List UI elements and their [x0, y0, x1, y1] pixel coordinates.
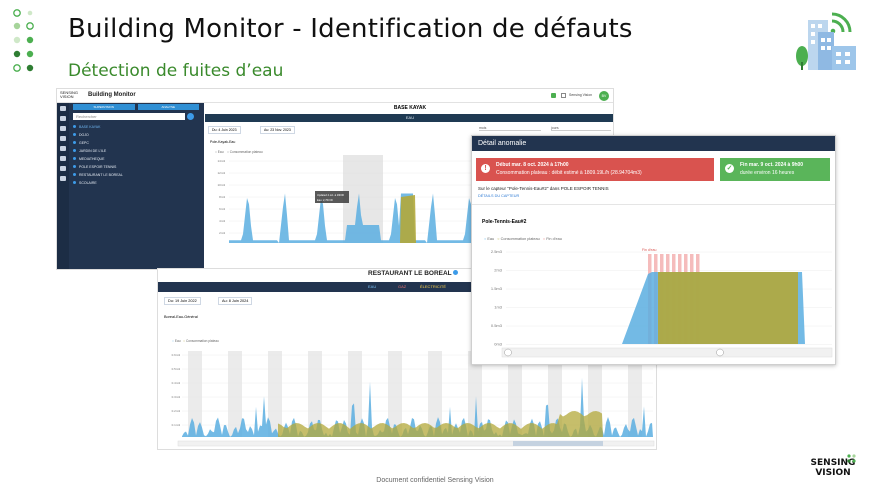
home-nav-icon[interactable]	[60, 106, 66, 111]
y-tick-label: 10m3	[217, 183, 225, 187]
smart-building-icon	[796, 12, 856, 70]
plateau-series-area	[658, 272, 798, 344]
home-icon[interactable]	[551, 93, 556, 98]
y-tick-label: 0.4m3	[172, 381, 181, 385]
tooltip-line: Eau: 2,763 l/h	[317, 198, 334, 202]
icon-rail	[57, 103, 69, 269]
list-nav-icon[interactable]	[60, 146, 66, 151]
tennis-water-chart: 2.5m3 2m3 1.5m3 1m3 0.5m3 0m3 Fin d’eau	[491, 248, 833, 358]
slide-footer: Document confidentiel Sensing Vision	[376, 477, 494, 484]
sensor-description: Sur le capteur "Pole-Tennis-Eau#2" dans …	[478, 186, 609, 191]
range-navigator-handle	[513, 441, 603, 446]
period-select[interactable]: mois	[479, 126, 541, 131]
sidebar-item-gepc[interactable]: GEPC	[73, 141, 89, 145]
app-brand: Building Monitor	[88, 92, 136, 98]
y-tick-label: 4m3	[219, 219, 225, 223]
anomaly-end-text: durée environ 16 heures	[740, 170, 795, 176]
y-tick-label: 0.5m3	[172, 367, 181, 371]
logo-dots-icon	[847, 454, 856, 463]
alert-nav-icon[interactable]	[60, 136, 66, 141]
sidebar-item-mediatheque[interactable]: MEDIATHEQUE	[73, 157, 104, 161]
slide-title: Building Monitor - Identification de déf…	[68, 14, 633, 44]
weekend-band	[228, 351, 242, 437]
sidebar-item-pole-tennis[interactable]: POLE ESPOIR TENNIS	[73, 165, 116, 169]
boreal-chart-title: Boreal-Eau-Général	[164, 315, 198, 319]
boreal-tab-electricite[interactable]: ÉLECTRICITÉ	[420, 284, 446, 289]
anomaly-end-alert: ✓ Fin mar. 9 oct. 2024 à 9h00 durée envi…	[720, 158, 830, 181]
y-tick-label: 0.5m3	[491, 323, 503, 328]
chart-nav-icon[interactable]	[60, 156, 66, 161]
anomaly-end-title: Fin mar. 9 oct. 2024 à 9h00	[740, 162, 804, 168]
user-label[interactable]: Sensing Vision	[569, 93, 592, 97]
y-tick-label: 6m3	[219, 207, 225, 211]
gear-nav-icon[interactable]	[60, 176, 66, 181]
decorative-dots-icon	[13, 9, 34, 72]
slide-subtitle: Détection de fuites d’eau	[68, 61, 284, 81]
y-tick-label: 2m3	[219, 231, 225, 235]
boreal-tab-gaz[interactable]: GAZ	[398, 284, 406, 289]
sidebar-item-restaurant[interactable]: RESTAURANT LE BOREAL	[73, 173, 123, 177]
tennis-chart-title: Pole-Tennis-Eau#2	[482, 219, 527, 225]
users-nav-icon[interactable]	[60, 126, 66, 131]
peak-label: Fin d’eau	[642, 248, 656, 252]
legend-eau: ○ Eau	[215, 150, 224, 154]
tooltip-line: Updated 4 oct. à 16h00	[317, 193, 345, 197]
y-tick-label: 0.6m3	[172, 353, 181, 357]
anomaly-header: Détail anomalie	[472, 136, 835, 151]
sidebar-item-base-kayak[interactable]: BASE KAYAK	[73, 125, 100, 129]
y-tick-label: 0.3m3	[172, 395, 181, 399]
sensor-details-link[interactable]: DÉTAILS DU CAPTEUR	[478, 194, 519, 198]
plateau-series-area	[400, 195, 416, 243]
y-tick-label: 2m3	[494, 268, 503, 273]
anomaly-start-alert: ! Début mar. 8 oct. 2024 à 17h00 Consomm…	[476, 158, 714, 181]
y-tick-label: 2.5m3	[491, 249, 503, 254]
date-from-field[interactable]: Du: 4 Juin 2023	[208, 126, 241, 134]
y-tick-label: 0m3	[494, 342, 503, 347]
y-tick-label: 1m3	[494, 305, 503, 310]
boreal-date-to[interactable]: Au: 8 Juin 2024	[218, 297, 253, 305]
step-select[interactable]: jours	[551, 126, 611, 131]
tab-analyse[interactable]: ANALYSE	[137, 104, 199, 110]
account-icon[interactable]	[561, 93, 566, 98]
y-tick-label: 0.2m3	[172, 409, 181, 413]
site-search-input[interactable]: Rechercher	[73, 113, 185, 120]
boreal-tab-eau[interactable]: EAU	[368, 284, 376, 289]
sidebar-item-dojo[interactable]: DOJO	[73, 133, 89, 137]
y-tick-label: 8m3	[219, 195, 225, 199]
navigator-handle-left	[504, 348, 512, 357]
tennis-legend: ○ Eau ○ Consommation plateau ○ Fin d’eau	[484, 237, 562, 241]
chart-title: Pole-Kayak-Eau	[210, 140, 236, 144]
add-site-button[interactable]	[187, 113, 194, 120]
y-tick-label: 12m3	[217, 171, 225, 175]
boreal-site-title: RESTAURANT LE BOREAL	[368, 270, 459, 277]
shield-nav-icon[interactable]	[60, 166, 66, 171]
site-sidebar: SUPERVISION ANALYSE Rechercher BASE KAYA…	[69, 103, 204, 269]
tab-supervision[interactable]: SUPERVISION	[73, 104, 135, 110]
date-to-field[interactable]: Au: 23 Nov. 2023	[260, 126, 295, 134]
check-icon: ✓	[725, 164, 734, 173]
y-tick-label: 1.5m3	[491, 286, 503, 291]
anomaly-detail-panel: Détail anomalie ! Début mar. 8 oct. 2024…	[471, 135, 836, 365]
anomaly-start-text: Consommation plateau : débit estimé à 18…	[496, 170, 642, 176]
legend-plateau: ○ Consommation plateau	[227, 150, 263, 154]
app-brand-small: SENSING VISION	[60, 90, 79, 99]
y-tick-label: 0.1m3	[172, 423, 181, 427]
tab-eau[interactable]: EAU	[205, 114, 613, 122]
sidebar-item-scolaire[interactable]: SCOLAIRE	[73, 181, 97, 185]
warning-icon: !	[481, 164, 490, 173]
user-avatar[interactable]: BV	[599, 91, 609, 101]
anomaly-start-title: Début mar. 8 oct. 2024 à 17h00	[496, 162, 569, 168]
range-navigator	[501, 347, 833, 358]
boreal-date-from[interactable]: Du: 19 Juin 2022	[164, 297, 201, 305]
sidebar-item-jardin[interactable]: JARDIN DE L’ILE	[73, 149, 106, 153]
site-title: BASE KAYAK	[393, 105, 427, 111]
app-header: SENSING VISION Building Monitor Sensing …	[57, 89, 613, 103]
gauge-nav-icon[interactable]	[60, 116, 66, 121]
boreal-legend: ○ Eau ○ Consommation plateau	[172, 339, 219, 343]
y-tick-label: 14m3	[217, 159, 225, 163]
navigator-handle-right	[716, 348, 724, 357]
